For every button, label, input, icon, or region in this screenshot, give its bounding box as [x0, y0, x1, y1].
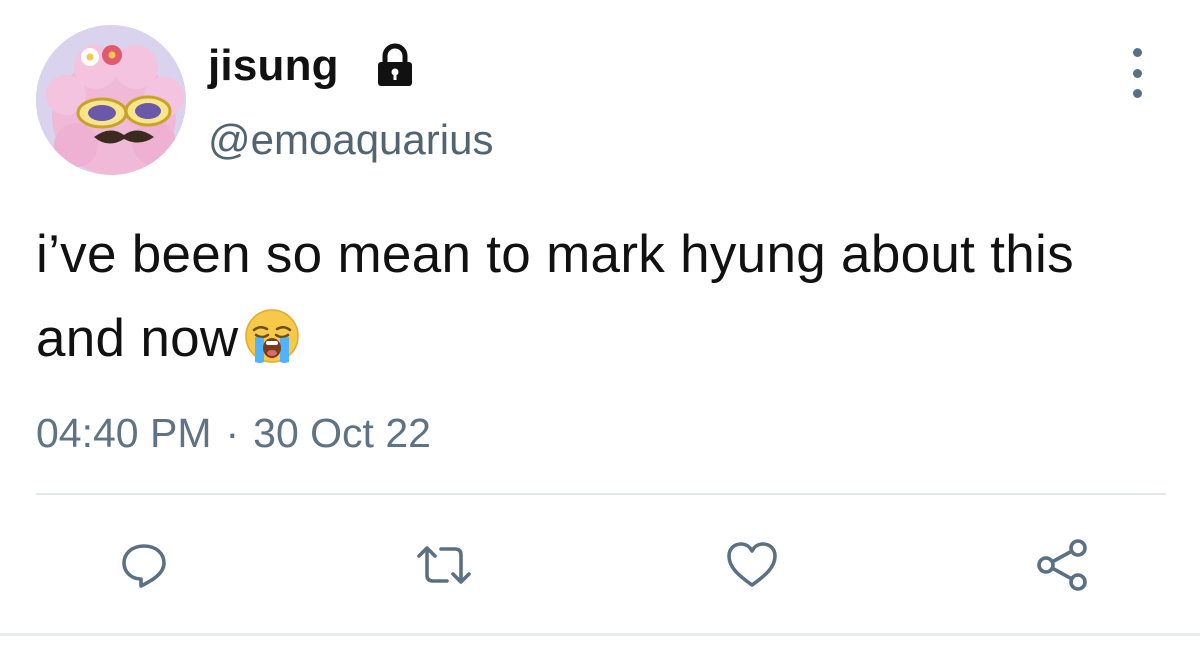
reply-button[interactable]	[114, 535, 174, 595]
lock-icon	[372, 42, 418, 88]
dot	[1132, 48, 1142, 57]
more-vertical-icon[interactable]	[1120, 48, 1154, 98]
separator: ·	[225, 410, 240, 456]
tweet-text: i’ve been so mean to mark hyung about th…	[36, 213, 1156, 381]
loudly-crying-face-emoji	[245, 309, 300, 363]
date: 30 Oct 22	[253, 410, 431, 456]
dot	[1132, 68, 1142, 78]
avatar-image	[36, 25, 186, 175]
bottom-divider	[0, 633, 1200, 636]
dot	[1132, 89, 1142, 98]
tweet-text-content: i’ve been so mean to mark hyung about th…	[36, 225, 1074, 368]
share-icon	[1037, 539, 1087, 591]
user-handle[interactable]: @emoaquarius	[208, 114, 493, 166]
timestamp[interactable]: 04:40 PM · 30 Oct 22	[36, 408, 431, 458]
heart-icon	[727, 542, 777, 587]
like-button[interactable]	[722, 535, 782, 595]
divider	[36, 493, 1166, 495]
retweet-icon	[417, 546, 471, 584]
avatar[interactable]	[36, 25, 186, 175]
time: 04:40 PM	[36, 410, 212, 456]
share-button[interactable]	[1032, 535, 1092, 595]
tweet: jisung @emoaquarius i’ve been so mean to…	[0, 0, 1200, 652]
reply-icon	[122, 544, 166, 588]
retweet-button[interactable]	[414, 535, 474, 595]
display-name[interactable]: jisung	[208, 40, 339, 92]
